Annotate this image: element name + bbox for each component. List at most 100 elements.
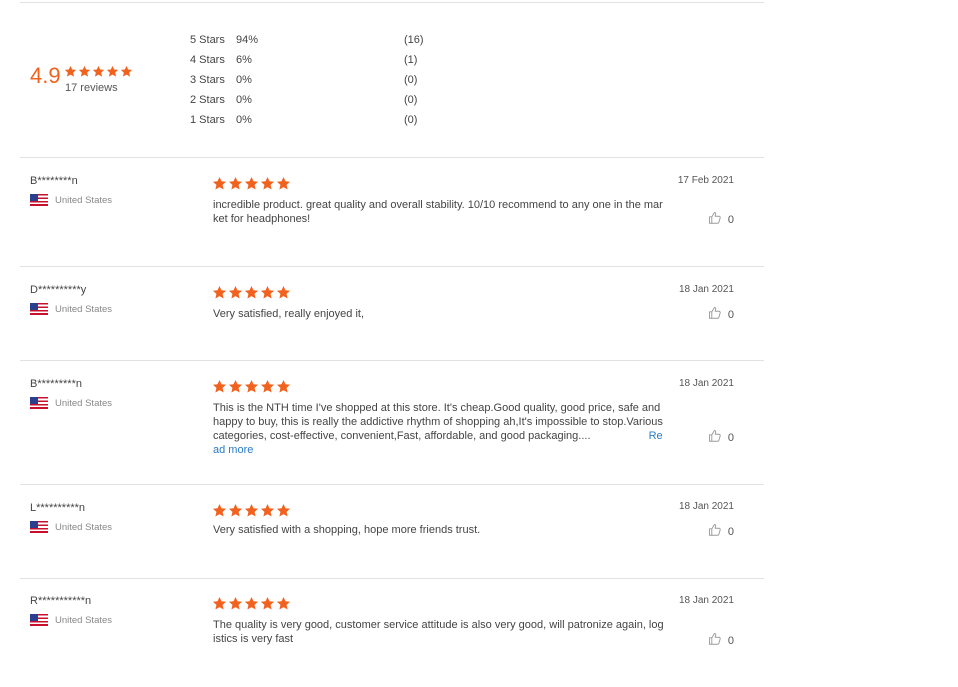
review-text: Very satisfied, really enjoyed it, [213, 307, 665, 321]
distribution-label: 1 Stars [190, 114, 225, 126]
review-stars [212, 596, 291, 611]
review-text: Very satisfied with a shopping, hope mor… [213, 523, 665, 537]
reviewer-country: United States [30, 397, 112, 409]
review-body: This is the NTH time I've shopped at thi… [213, 402, 663, 442]
distribution-label: 2 Stars [190, 94, 225, 106]
distribution-percent: 6% [236, 54, 252, 66]
star-icon [276, 176, 291, 190]
review-item: L**********n United States Very satisfie… [0, 485, 764, 578]
distribution-count: (0) [404, 94, 418, 106]
review-date: 18 Jan 2021 [678, 501, 734, 512]
review-item: B********n United States incredible prod… [0, 158, 764, 267]
country-name: United States [55, 397, 113, 409]
distribution-percent: 0% [236, 74, 252, 86]
star-icon [228, 176, 243, 190]
star-icon [212, 176, 227, 190]
review-text: This is the NTH time I've shopped at thi… [213, 401, 665, 457]
star-icon [244, 379, 259, 393]
reviews-page: 4.9 17 reviews 5 Stars 94% (16) 4 Stars … [0, 0, 958, 687]
reviewer-country: United States [30, 303, 112, 315]
reviewer-country: United States [30, 614, 112, 626]
review-date: 18 Jan 2021 [678, 595, 734, 606]
star-icon [276, 596, 291, 610]
helpful-button[interactable]: 0 [708, 211, 734, 228]
rating-summary: 4.9 17 reviews 5 Stars 94% (16) 4 Stars … [0, 0, 764, 158]
review-body: Very satisfied with a shopping, hope mor… [213, 524, 481, 536]
review-stars [212, 176, 291, 191]
thumbs-up-icon [708, 306, 728, 323]
star-icon [260, 285, 275, 299]
distribution-label: 3 Stars [190, 74, 225, 86]
country-name: United States [55, 194, 113, 206]
thumbs-up-icon [708, 429, 728, 446]
star-icon [244, 503, 259, 517]
star-icon [64, 65, 77, 77]
star-icon [212, 503, 227, 517]
star-icon [106, 65, 119, 77]
helpful-count: 0 [727, 213, 734, 226]
distribution-percent: 94% [236, 34, 259, 46]
star-icon [244, 285, 259, 299]
distribution-count: (0) [404, 114, 418, 126]
us-flag-icon [30, 521, 48, 533]
thumbs-up-icon [708, 632, 728, 649]
review-item: R***********n United States The quality … [0, 579, 764, 687]
star-icon [260, 596, 275, 610]
helpful-count: 0 [727, 431, 734, 444]
reviewer-name: B********n [30, 175, 78, 187]
review-date: 17 Feb 2021 [677, 175, 734, 186]
helpful-button[interactable]: 0 [708, 632, 734, 649]
review-body: incredible product. great quality and ov… [213, 199, 663, 225]
thumbs-up-icon [708, 211, 728, 228]
review-text: incredible product. great quality and ov… [213, 198, 665, 226]
us-flag-icon [30, 303, 48, 315]
review-stars [212, 379, 291, 394]
review-body: The quality is very good, customer servi… [213, 619, 664, 645]
star-icon [228, 503, 243, 517]
distribution-percent: 0% [236, 114, 252, 126]
distribution-label: 4 Stars [190, 54, 225, 66]
reviewer-name: R***********n [30, 595, 92, 607]
review-date: 18 Jan 2021 [678, 284, 734, 295]
country-name: United States [55, 521, 113, 533]
review-stars [212, 285, 291, 300]
review-count: 17 reviews [65, 82, 118, 94]
star-icon [276, 503, 291, 517]
review-text: The quality is very good, customer servi… [213, 618, 665, 646]
star-icon [212, 285, 227, 299]
review-item: D**********y United States Very satisfie… [0, 267, 764, 361]
reviewer-name: L**********n [30, 502, 86, 514]
review-date: 18 Jan 2021 [678, 378, 734, 389]
helpful-count: 0 [727, 634, 734, 647]
distribution-percent: 0% [236, 94, 252, 106]
star-icon [244, 176, 259, 190]
star-icon [276, 285, 291, 299]
thumbs-up-icon [708, 523, 728, 540]
star-icon [228, 285, 243, 299]
average-rating: 4.9 [30, 63, 61, 88]
helpful-count: 0 [727, 308, 734, 321]
country-name: United States [55, 303, 113, 315]
us-flag-icon [30, 614, 48, 626]
star-icon [212, 596, 227, 610]
helpful-count: 0 [727, 525, 734, 538]
distribution-label: 5 Stars [190, 34, 225, 46]
reviewer-country: United States [30, 194, 112, 206]
star-icon [78, 65, 91, 77]
reviewer-name: D**********y [30, 284, 87, 296]
us-flag-icon [30, 397, 48, 409]
helpful-button[interactable]: 0 [708, 429, 734, 446]
star-icon [228, 379, 243, 393]
helpful-button[interactable]: 0 [708, 523, 734, 540]
average-rating-stars [64, 65, 133, 78]
star-icon [244, 596, 259, 610]
star-icon [260, 379, 275, 393]
star-icon [276, 379, 291, 393]
star-icon [92, 65, 105, 77]
helpful-button[interactable]: 0 [708, 306, 734, 323]
star-icon [260, 176, 275, 190]
star-icon [260, 503, 275, 517]
reviewer-name: B*********n [30, 378, 82, 390]
star-icon [120, 65, 133, 77]
star-icon [228, 596, 243, 610]
